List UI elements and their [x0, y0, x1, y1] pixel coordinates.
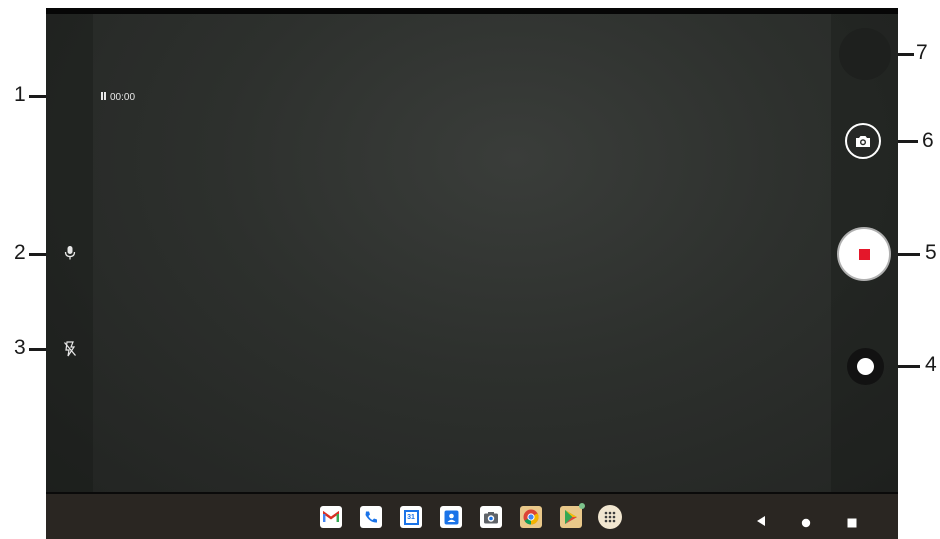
- notification-dot: [579, 503, 585, 509]
- home-icon[interactable]: [801, 515, 811, 533]
- callout-2: 2: [14, 241, 26, 264]
- pause-recording-button[interactable]: [847, 348, 884, 385]
- gallery-thumbnail[interactable]: [839, 28, 891, 80]
- recording-time: 00:00: [110, 91, 136, 103]
- stop-icon: [858, 248, 870, 260]
- callout-6: 6: [922, 129, 934, 152]
- phone-icon[interactable]: [360, 506, 382, 528]
- stop-recording-button[interactable]: [839, 229, 889, 279]
- recording-timer: 00:00: [101, 90, 135, 104]
- contacts-icon[interactable]: [440, 506, 462, 528]
- back-icon[interactable]: [756, 514, 766, 532]
- snapshot-button[interactable]: [845, 123, 881, 159]
- gmail-icon[interactable]: [320, 506, 342, 528]
- callout-7: 7: [916, 41, 928, 64]
- camera-viewfinder[interactable]: [46, 14, 898, 494]
- device-screen: 00:00 31: [46, 8, 898, 539]
- microphone-icon[interactable]: [64, 245, 76, 261]
- chrome-icon[interactable]: [520, 506, 542, 528]
- recents-icon[interactable]: [847, 515, 857, 533]
- callout-3: 3: [14, 336, 26, 359]
- pause-icon: [857, 358, 874, 375]
- calendar-icon[interactable]: 31: [400, 506, 422, 528]
- callout-1: 1: [14, 83, 26, 106]
- flash-off-icon[interactable]: [63, 341, 77, 357]
- taskbar: [46, 494, 898, 539]
- camera-app-icon[interactable]: [480, 506, 502, 528]
- app-drawer-icon[interactable]: [598, 505, 622, 529]
- play-store-icon[interactable]: [560, 503, 585, 528]
- callout-4: 4: [925, 353, 937, 376]
- calendar-day: 31: [403, 509, 419, 525]
- camera-icon: [856, 135, 870, 147]
- recording-pause-indicator-icon: [101, 91, 107, 103]
- callout-5: 5: [925, 241, 937, 264]
